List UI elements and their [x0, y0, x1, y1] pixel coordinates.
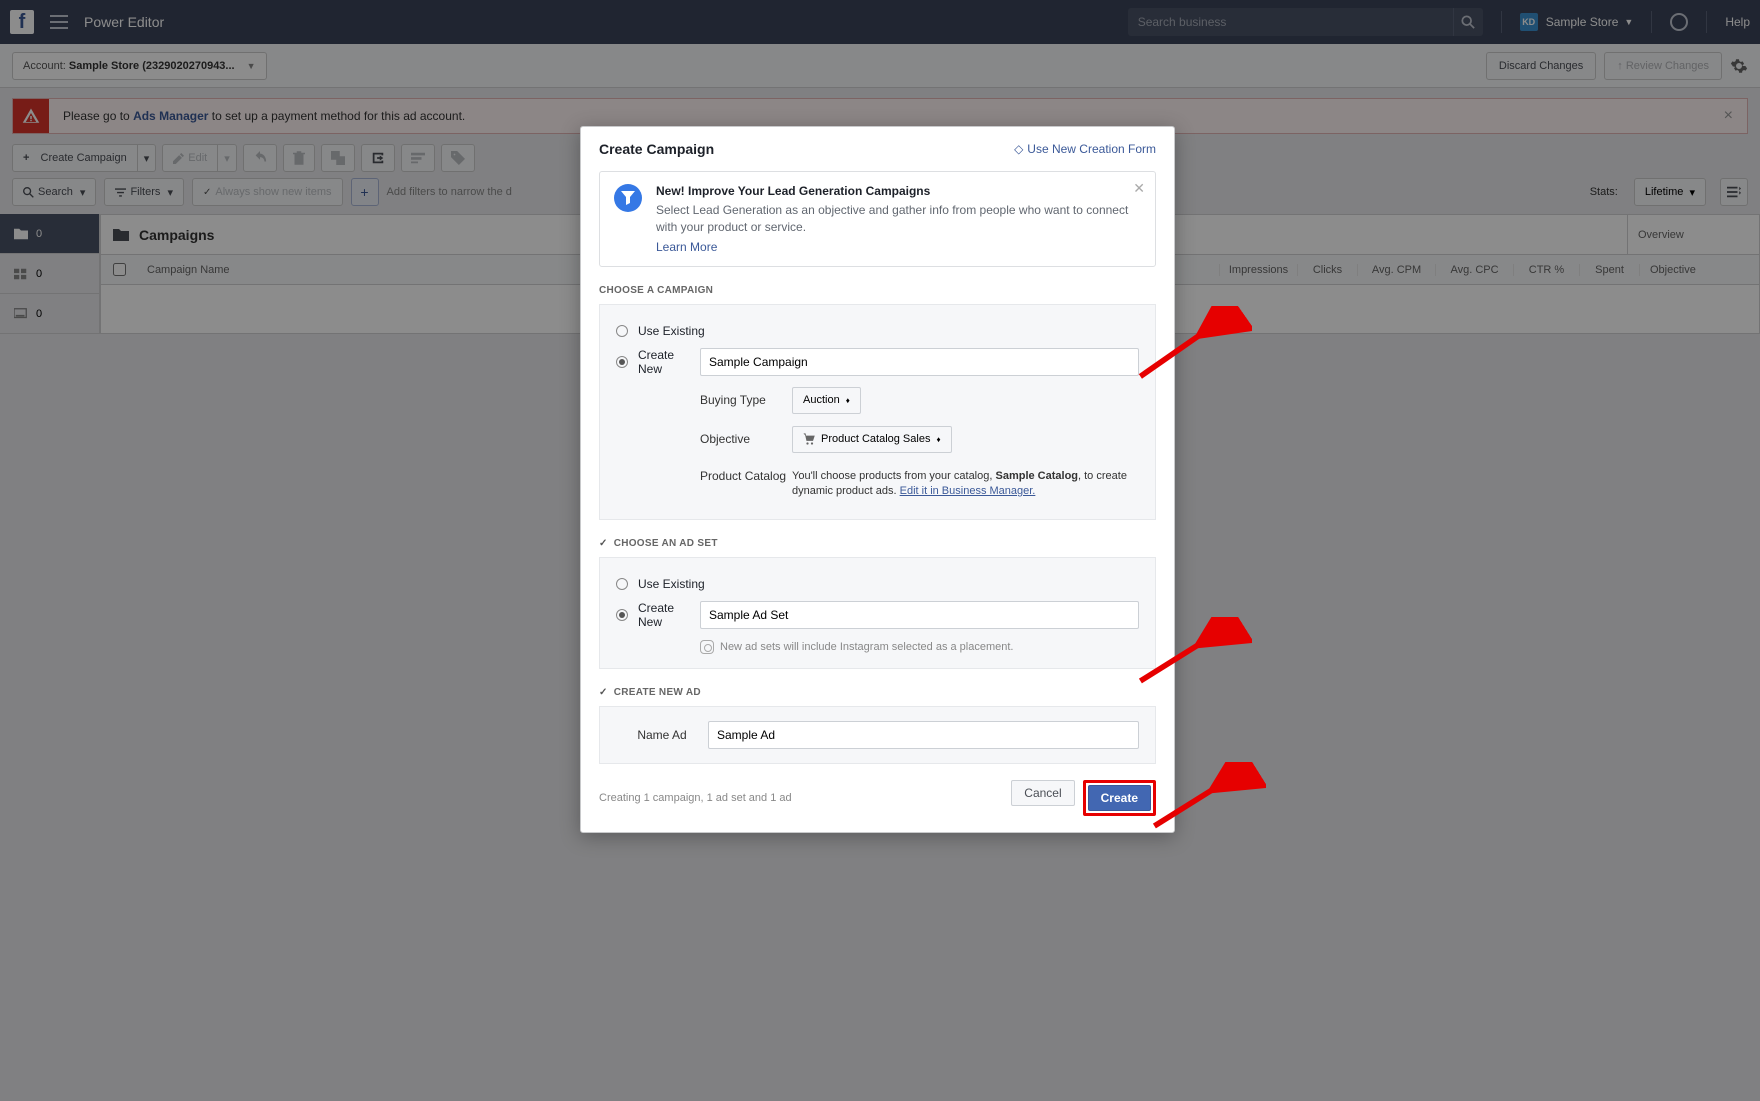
ad-name-input[interactable] [708, 721, 1139, 749]
product-catalog-label: Product Catalog [700, 469, 792, 483]
instagram-note: New ad sets will include Instagram selec… [720, 641, 1013, 653]
objective-label: Objective [700, 432, 792, 446]
section-campaign-label: CHOOSE A CAMPAIGN [581, 267, 1174, 304]
footer-text: Creating 1 campaign, 1 ad set and 1 ad [599, 792, 792, 804]
section-adset-label: ✓ CHOOSE AN AD SET [581, 520, 1174, 557]
label-use-existing-adset[interactable]: Use Existing [638, 577, 705, 591]
buying-type-select[interactable]: Auction♦ [792, 387, 861, 414]
use-new-form-link[interactable]: ◇Use New Creation Form [1014, 142, 1156, 156]
radio-use-existing-campaign[interactable] [616, 325, 628, 337]
funnel-icon [614, 184, 642, 212]
info-close-icon[interactable]: ✕ [1133, 180, 1145, 197]
label-create-new[interactable]: Create New [638, 348, 700, 376]
create-button-highlight: Create [1083, 780, 1156, 816]
catalog-prefix: You'll choose products from your catalog… [792, 470, 995, 482]
buying-type-label: Buying Type [700, 393, 792, 407]
label-use-existing[interactable]: Use Existing [638, 324, 705, 338]
edit-catalog-link[interactable]: Edit it in Business Manager. [900, 485, 1036, 497]
catalog-name: Sample Catalog [995, 470, 1078, 482]
radio-create-new-adset[interactable] [616, 609, 628, 621]
cancel-button[interactable]: Cancel [1011, 780, 1074, 806]
radio-use-existing-adset[interactable] [616, 578, 628, 590]
info-title: New! Improve Your Lead Generation Campai… [656, 184, 1141, 198]
instagram-icon [700, 640, 714, 654]
adset-name-input[interactable] [700, 601, 1139, 629]
objective-select[interactable]: Product Catalog Sales♦ [792, 426, 952, 453]
info-box: New! Improve Your Lead Generation Campai… [599, 171, 1156, 267]
info-desc: Select Lead Generation as an objective a… [656, 202, 1141, 236]
create-campaign-modal: Create Campaign ◇Use New Creation Form N… [580, 126, 1175, 833]
modal-title: Create Campaign [599, 141, 714, 157]
radio-create-new-campaign[interactable] [616, 356, 628, 368]
section-ad-label: ✓ CREATE NEW AD [581, 669, 1174, 706]
campaign-name-input[interactable] [700, 348, 1139, 376]
check-icon: ✓ [599, 687, 608, 698]
cart-icon [803, 433, 815, 445]
learn-more-link[interactable]: Learn More [656, 240, 717, 254]
label-create-new-adset[interactable]: Create New [638, 601, 700, 629]
name-ad-label: Name Ad [616, 728, 708, 742]
create-button[interactable]: Create [1088, 785, 1151, 811]
check-icon: ✓ [599, 538, 608, 549]
